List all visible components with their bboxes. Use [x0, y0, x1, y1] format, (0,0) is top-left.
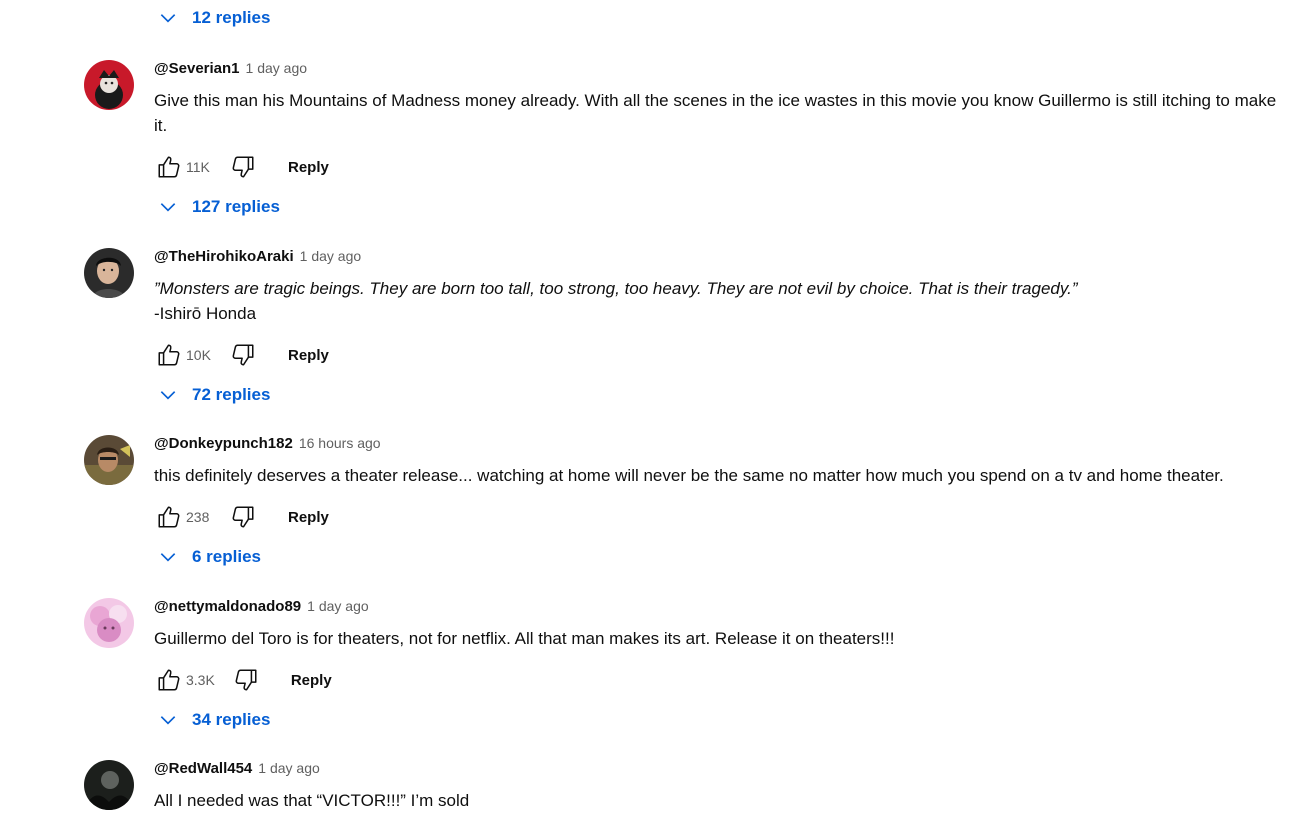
avatar[interactable]: [84, 598, 134, 648]
comment-header: @Severian1 1 day ago: [154, 60, 1284, 82]
comment-actions: 238 Reply: [154, 500, 1284, 534]
view-replies-button[interactable]: 127 replies: [156, 193, 1284, 221]
thumb-up-icon: [158, 156, 180, 178]
author-name[interactable]: @TheHirohikoAraki: [154, 248, 294, 265]
comment-body: @RedWall454 1 day ago All I needed was t…: [154, 760, 1284, 813]
comment-text: Guillermo del Toro is for theaters, not …: [154, 629, 895, 648]
thumb-up-icon: [158, 669, 180, 691]
comment-header: @nettymaldonado89 1 day ago: [154, 598, 1284, 620]
comment-header: @RedWall454 1 day ago: [154, 760, 1284, 782]
comment-text: All I needed was that “VICTOR!!!” I’m so…: [154, 791, 470, 810]
replies-count-label: 34 replies: [192, 710, 271, 729]
avatar[interactable]: [84, 760, 134, 810]
like-count: 10K: [186, 347, 211, 363]
comment-body: @Severian1 1 day ago Give this man his M…: [154, 60, 1284, 221]
reply-button[interactable]: Reply: [288, 509, 329, 526]
author-name[interactable]: @Severian1: [154, 60, 240, 77]
thumb-down-icon: [232, 344, 254, 366]
comment-body: @TheHirohikoAraki 1 day ago ”Monsters ar…: [154, 248, 1284, 409]
dislike-button[interactable]: [228, 152, 258, 182]
comment-header: @TheHirohikoAraki 1 day ago: [154, 248, 1284, 270]
dislike-button[interactable]: [228, 502, 258, 532]
thumb-down-icon: [235, 669, 257, 691]
like-button[interactable]: [154, 665, 184, 695]
author-name[interactable]: @nettymaldonado89: [154, 598, 301, 615]
like-count: 238: [186, 509, 210, 525]
reply-button[interactable]: Reply: [288, 347, 329, 364]
view-replies-button[interactable]: 72 replies: [156, 381, 1284, 409]
avatar[interactable]: [84, 248, 134, 298]
chevron-down-icon: [156, 708, 180, 732]
comment-text: ”Monsters are tragic beings. They are bo…: [154, 276, 1284, 326]
thumb-up-icon: [158, 506, 180, 528]
comment-header: @Donkeypunch182 16 hours ago: [154, 435, 1284, 457]
comment-body: @Donkeypunch182 16 hours ago this defini…: [154, 435, 1284, 571]
comment-actions: 11K Reply: [154, 150, 1284, 184]
like-count: 11K: [186, 159, 210, 175]
comment-time[interactable]: 16 hours ago: [299, 435, 381, 451]
avatar[interactable]: [84, 60, 134, 110]
replies-count-label: 6 replies: [192, 547, 261, 566]
comment-quote: ”Monsters are tragic beings. They are bo…: [154, 279, 1078, 298]
reply-button[interactable]: Reply: [288, 159, 329, 176]
thumb-down-icon: [232, 156, 254, 178]
comments-section: 12 replies @Severian1 1 day ago Give thi…: [0, 0, 1299, 827]
comment-time[interactable]: 1 day ago: [246, 60, 308, 76]
comment-time[interactable]: 1 day ago: [307, 598, 369, 614]
like-button[interactable]: [154, 152, 184, 182]
replies-count-label: 12 replies: [192, 8, 271, 27]
comment-attribution: -Ishirō Honda: [154, 304, 257, 323]
like-button[interactable]: [154, 502, 184, 532]
comment-actions: 10K Reply: [154, 338, 1284, 372]
chevron-down-icon: [156, 6, 180, 30]
comment-actions: 3.3K Reply: [154, 663, 1284, 697]
view-replies-button[interactable]: 12 replies: [156, 4, 270, 32]
comment-text: this definitely deserves a theater relea…: [154, 466, 1224, 485]
view-replies-button[interactable]: 6 replies: [156, 543, 1284, 571]
dislike-button[interactable]: [231, 665, 261, 695]
comment-text: Give this man his Mountains of Madness m…: [154, 91, 1277, 135]
chevron-down-icon: [156, 545, 180, 569]
thumb-down-icon: [232, 506, 254, 528]
like-count: 3.3K: [186, 672, 215, 688]
replies-count-label: 127 replies: [192, 197, 280, 216]
thumb-up-icon: [158, 344, 180, 366]
chevron-down-icon: [156, 195, 180, 219]
comment-body: @nettymaldonado89 1 day ago Guillermo de…: [154, 598, 1284, 734]
reply-button[interactable]: Reply: [291, 672, 332, 689]
like-button[interactable]: [154, 340, 184, 370]
replies-count-label: 72 replies: [192, 385, 271, 404]
previous-comment-replies: 12 replies: [156, 4, 270, 32]
author-name[interactable]: @Donkeypunch182: [154, 435, 293, 452]
comment-time[interactable]: 1 day ago: [258, 760, 320, 776]
dislike-button[interactable]: [228, 340, 258, 370]
chevron-down-icon: [156, 383, 180, 407]
view-replies-button[interactable]: 34 replies: [156, 706, 1284, 734]
avatar[interactable]: [84, 435, 134, 485]
author-name[interactable]: @RedWall454: [154, 760, 252, 777]
comment-time[interactable]: 1 day ago: [300, 248, 362, 264]
